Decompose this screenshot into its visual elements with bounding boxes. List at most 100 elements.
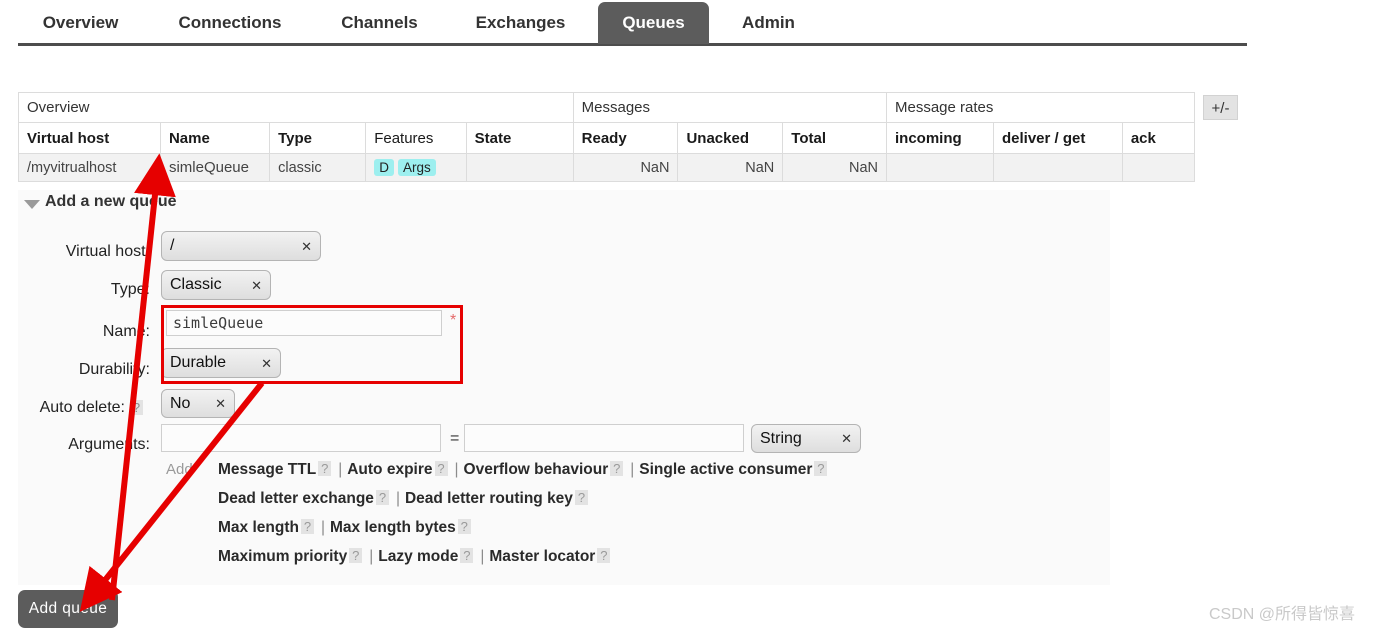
table-group-header: Messages (572, 92, 888, 123)
column-toggle-button[interactable]: +/- (1203, 95, 1238, 120)
preset-separator: | (320, 519, 325, 536)
preset-link[interactable]: Single active consumer (639, 461, 812, 478)
type-select-value: Classic (170, 276, 222, 293)
cell-features: D Args (365, 153, 467, 182)
preset-help-icon[interactable]: ? (375, 490, 389, 505)
table-row[interactable]: /myvitrualhost simleQueue classic D Args NaN N… (18, 153, 1196, 182)
queues-table-head: Overview Messages Message rates Virtual ho… (18, 92, 1196, 154)
preset-separator: | (369, 548, 374, 565)
preset-row-1: Dead letter exchange? | Dead letter routin… (218, 490, 590, 508)
chevron-down-icon: ✕ (251, 277, 262, 293)
type-select[interactable]: Classic ✕ (161, 270, 271, 300)
name-required-marker: * (450, 312, 457, 329)
tab-channels[interactable]: Channels (317, 2, 442, 44)
auto-delete-select[interactable]: No ✕ (161, 389, 235, 418)
arguments-label: Arguments: (68, 436, 150, 453)
tab-overview[interactable]: Overview (18, 2, 143, 44)
table-column-header[interactable]: Total (782, 122, 887, 154)
preset-help-icon[interactable]: ? (300, 519, 314, 534)
table-column-header[interactable]: Virtual host (18, 122, 161, 154)
preset-help-icon[interactable]: ? (814, 461, 828, 476)
auto-delete-label: Auto delete: (39, 399, 125, 416)
cell-state (465, 153, 574, 182)
feature-badge-d: D (374, 159, 394, 176)
preset-help-icon[interactable]: ? (434, 461, 448, 476)
table-column-header[interactable]: incoming (886, 122, 994, 154)
preset-link[interactable]: Master locator (489, 548, 595, 565)
queues-table-column-header-row: Virtual host Name Type Features State Ready Un… (18, 122, 1196, 154)
add-argument-link[interactable]: Add (166, 461, 193, 478)
tab-exchanges[interactable]: Exchanges (453, 2, 588, 44)
queues-table-body: /myvitrualhost simleQueue classic D Args NaN N… (18, 153, 1196, 182)
cell-type: classic (269, 153, 367, 182)
table-column-header[interactable]: ack (1121, 122, 1196, 154)
preset-link[interactable]: Auto expire (347, 461, 432, 478)
preset-separator: | (454, 461, 459, 478)
cell-total: NaN (782, 153, 887, 182)
preset-help-icon[interactable]: ? (610, 461, 624, 476)
chevron-down-icon: ✕ (261, 355, 272, 371)
watermark: CSDN @所得皆惊喜 (1209, 606, 1356, 623)
argument-type-select-value: String (760, 429, 802, 447)
preset-help-icon[interactable]: ? (349, 548, 363, 563)
section-collapse-triangle-icon[interactable] (24, 200, 40, 209)
tab-connections[interactable]: Connections (155, 2, 305, 44)
preset-link[interactable]: Maximum priority (218, 548, 347, 565)
auto-delete-select-value: No (170, 394, 191, 412)
preset-help-icon[interactable]: ? (460, 548, 474, 563)
add-queue-button[interactable]: Add queue (18, 590, 118, 628)
preset-help-icon[interactable]: ? (574, 490, 588, 505)
preset-link[interactable]: Overflow behaviour (464, 461, 609, 478)
preset-link[interactable]: Message TTL (218, 461, 316, 478)
table-column-header[interactable]: Ready (572, 122, 679, 154)
table-group-header: Message rates (886, 92, 1195, 123)
cell-ack (1121, 153, 1196, 182)
virtual-host-select[interactable]: / ✕ (161, 231, 321, 261)
queues-table: Overview Messages Message rates Virtual ho… (18, 92, 1196, 182)
durability-select-value: Durable (170, 354, 227, 371)
virtual-host-label: Virtual host: (65, 243, 150, 260)
feature-badge-args: Args (397, 159, 436, 176)
preset-link[interactable]: Dead letter exchange (218, 490, 374, 507)
preset-row-3: Maximum priority? | Lazy mode? | Master loca… (218, 548, 612, 566)
table-column-header[interactable]: Unacked (677, 122, 784, 154)
table-group-header: Overview (18, 92, 574, 123)
table-column-header[interactable]: Features (365, 122, 467, 154)
main-tab-bar: Overview Connections Channels Exchanges Queu… (0, 0, 1400, 46)
tab-queues[interactable]: Queues (598, 2, 709, 44)
chevron-down-icon: ✕ (841, 431, 852, 446)
auto-delete-help-icon[interactable]: ? (130, 400, 143, 415)
cell-ready: NaN (572, 153, 679, 182)
preset-link[interactable]: Dead letter routing key (405, 490, 573, 507)
add-queue-section-title: Add a new queue (45, 193, 177, 210)
type-label: Type: (110, 281, 150, 298)
table-column-header[interactable]: Name (159, 122, 271, 154)
preset-separator: | (480, 548, 485, 565)
durability-select[interactable]: Durable ✕ (161, 348, 281, 378)
argument-value-input[interactable] (464, 424, 744, 452)
preset-row-2: Max length? | Max length bytes? (218, 519, 473, 537)
name-input[interactable] (166, 310, 442, 336)
preset-help-icon[interactable]: ? (318, 461, 332, 476)
argument-type-select[interactable]: String ✕ (751, 424, 861, 453)
durability-label: Durability: (78, 361, 150, 378)
cell-queue-name[interactable]: simleQueue (159, 153, 271, 182)
preset-help-icon[interactable]: ? (597, 548, 611, 563)
preset-help-icon[interactable]: ? (457, 519, 471, 534)
table-column-header[interactable]: Type (269, 122, 367, 154)
table-column-header[interactable]: State (465, 122, 574, 154)
chevron-down-icon: ✕ (301, 238, 312, 254)
name-label: Name: (102, 323, 150, 340)
chevron-down-icon: ✕ (215, 396, 226, 411)
preset-row-0: Message TTL? | Auto expire? | Overflow behav… (218, 461, 829, 479)
preset-separator: | (395, 490, 400, 507)
preset-link[interactable]: Max length (218, 519, 299, 536)
preset-separator: | (630, 461, 635, 478)
preset-link[interactable]: Lazy mode (378, 548, 458, 565)
tab-admin[interactable]: Admin (721, 2, 816, 44)
cell-unacked: NaN (677, 153, 784, 182)
argument-key-input[interactable] (161, 424, 441, 452)
preset-link[interactable]: Max length bytes (330, 519, 456, 536)
table-column-header[interactable]: deliver / get (993, 122, 1123, 154)
virtual-host-select-value: / (170, 237, 175, 254)
